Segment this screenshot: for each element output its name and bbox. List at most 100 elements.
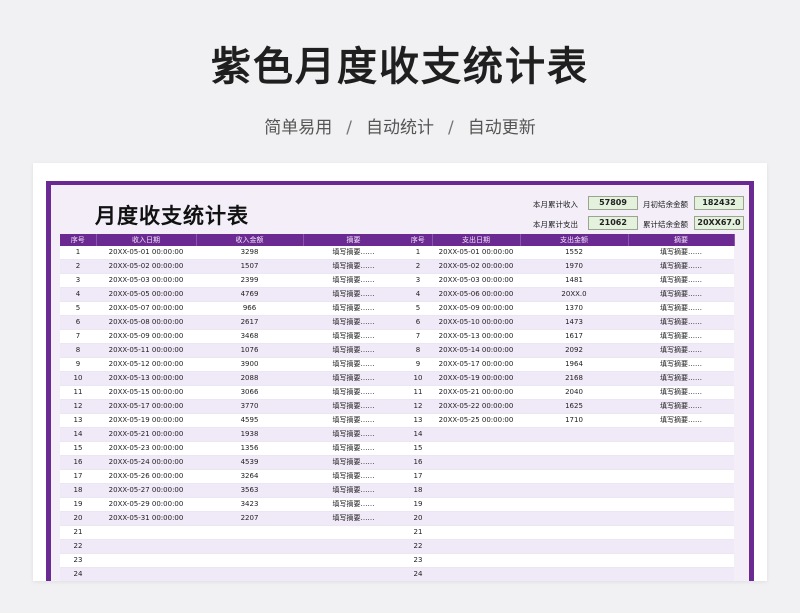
amount-cell[interactable] bbox=[196, 539, 303, 554]
date-cell[interactable]: 20XX-05-01 00:00:00 bbox=[432, 246, 520, 260]
amount-cell[interactable]: 1938 bbox=[196, 427, 303, 442]
amount-cell[interactable]: 1356 bbox=[196, 441, 303, 456]
summary-cell[interactable]: 填写摘要…… bbox=[303, 301, 404, 316]
row-index-cell[interactable]: 20 bbox=[60, 511, 96, 526]
summary-cell[interactable] bbox=[303, 539, 404, 554]
summary-cell[interactable] bbox=[628, 525, 734, 540]
summary-cell[interactable]: 填写摘要…… bbox=[628, 315, 734, 330]
date-cell[interactable] bbox=[432, 483, 520, 498]
row-index-cell[interactable]: 23 bbox=[404, 553, 432, 568]
row-index-cell[interactable]: 11 bbox=[60, 385, 96, 400]
row-index-cell[interactable]: 1 bbox=[60, 246, 96, 260]
summary-cell[interactable]: 填写摘要…… bbox=[303, 469, 404, 484]
row-index-cell[interactable]: 14 bbox=[60, 427, 96, 442]
summary-cell[interactable]: 填写摘要…… bbox=[628, 301, 734, 316]
amount-cell[interactable]: 3066 bbox=[196, 385, 303, 400]
date-cell[interactable]: 20XX-05-19 00:00:00 bbox=[432, 371, 520, 386]
summary-cell[interactable]: 填写摘要…… bbox=[628, 259, 734, 274]
summary-cell[interactable]: 填写摘要…… bbox=[628, 385, 734, 400]
summary-cell[interactable]: 填写摘要…… bbox=[303, 483, 404, 498]
summary-cell[interactable] bbox=[303, 553, 404, 568]
date-cell[interactable]: 20XX-05-02 00:00:00 bbox=[96, 259, 196, 274]
row-index-cell[interactable]: 24 bbox=[60, 567, 96, 581]
column-header[interactable]: 收入金额 bbox=[196, 234, 304, 246]
summary-cell[interactable]: 填写摘要…… bbox=[303, 246, 404, 260]
summary-cell[interactable]: 填写摘要…… bbox=[303, 497, 404, 512]
summary-cell[interactable] bbox=[628, 427, 734, 442]
date-cell[interactable]: 20XX-05-01 00:00:00 bbox=[96, 246, 196, 260]
amount-cell[interactable]: 1507 bbox=[196, 259, 303, 274]
amount-cell[interactable] bbox=[520, 511, 628, 526]
date-cell[interactable]: 20XX-05-07 00:00:00 bbox=[96, 301, 196, 316]
date-cell[interactable]: 20XX-05-29 00:00:00 bbox=[96, 497, 196, 512]
date-cell[interactable]: 20XX-05-08 00:00:00 bbox=[96, 315, 196, 330]
amount-cell[interactable] bbox=[196, 553, 303, 568]
summary-cell[interactable]: 填写摘要…… bbox=[628, 399, 734, 414]
summary-cell[interactable]: 填写摘要…… bbox=[303, 329, 404, 344]
row-index-cell[interactable]: 5 bbox=[60, 301, 96, 316]
row-index-cell[interactable]: 15 bbox=[404, 441, 432, 456]
date-cell[interactable] bbox=[432, 427, 520, 442]
date-cell[interactable]: 20XX-05-23 00:00:00 bbox=[96, 441, 196, 456]
row-index-cell[interactable]: 13 bbox=[60, 413, 96, 428]
row-index-cell[interactable]: 19 bbox=[404, 497, 432, 512]
summary-cell[interactable]: 填写摘要…… bbox=[303, 511, 404, 526]
closing-balance-value[interactable]: 20XX67.0 bbox=[694, 216, 744, 230]
date-cell[interactable] bbox=[96, 525, 196, 540]
amount-cell[interactable]: 4769 bbox=[196, 287, 303, 302]
summary-cell[interactable]: 填写摘要…… bbox=[303, 371, 404, 386]
row-index-cell[interactable]: 5 bbox=[404, 301, 432, 316]
column-header[interactable]: 支出日期 bbox=[432, 234, 521, 246]
amount-cell[interactable]: 1617 bbox=[520, 329, 628, 344]
amount-cell[interactable]: 1076 bbox=[196, 343, 303, 358]
row-index-cell[interactable]: 24 bbox=[404, 567, 432, 581]
date-cell[interactable]: 20XX-05-05 00:00:00 bbox=[96, 287, 196, 302]
summary-cell[interactable]: 填写摘要…… bbox=[303, 441, 404, 456]
date-cell[interactable]: 20XX-05-19 00:00:00 bbox=[96, 413, 196, 428]
row-index-cell[interactable]: 12 bbox=[404, 399, 432, 414]
row-index-cell[interactable]: 8 bbox=[404, 343, 432, 358]
date-cell[interactable]: 20XX-05-03 00:00:00 bbox=[96, 273, 196, 288]
date-cell[interactable]: 20XX-05-13 00:00:00 bbox=[432, 329, 520, 344]
amount-cell[interactable] bbox=[520, 441, 628, 456]
amount-cell[interactable]: 3264 bbox=[196, 469, 303, 484]
summary-cell[interactable]: 填写摘要…… bbox=[303, 343, 404, 358]
row-index-cell[interactable]: 14 bbox=[404, 427, 432, 442]
amount-cell[interactable]: 3298 bbox=[196, 246, 303, 260]
row-index-cell[interactable]: 1 bbox=[404, 246, 432, 260]
summary-cell[interactable] bbox=[628, 567, 734, 581]
date-cell[interactable]: 20XX-05-10 00:00:00 bbox=[432, 315, 520, 330]
column-header[interactable]: 序号 bbox=[404, 234, 433, 246]
summary-cell[interactable] bbox=[628, 497, 734, 512]
row-index-cell[interactable]: 22 bbox=[404, 539, 432, 554]
summary-cell[interactable] bbox=[303, 525, 404, 540]
amount-cell[interactable]: 3468 bbox=[196, 329, 303, 344]
date-cell[interactable]: 20XX-05-09 00:00:00 bbox=[96, 329, 196, 344]
summary-cell[interactable]: 填写摘要…… bbox=[303, 357, 404, 372]
column-header[interactable]: 序号 bbox=[60, 234, 97, 246]
amount-cell[interactable] bbox=[520, 483, 628, 498]
row-index-cell[interactable]: 21 bbox=[60, 525, 96, 540]
amount-cell[interactable] bbox=[520, 427, 628, 442]
row-index-cell[interactable]: 18 bbox=[60, 483, 96, 498]
row-index-cell[interactable]: 2 bbox=[60, 259, 96, 274]
row-index-cell[interactable]: 6 bbox=[404, 315, 432, 330]
date-cell[interactable]: 20XX-05-25 00:00:00 bbox=[432, 413, 520, 428]
summary-cell[interactable]: 填写摘要…… bbox=[303, 455, 404, 470]
amount-cell[interactable]: 3423 bbox=[196, 497, 303, 512]
date-cell[interactable]: 20XX-05-26 00:00:00 bbox=[96, 469, 196, 484]
row-index-cell[interactable]: 4 bbox=[404, 287, 432, 302]
summary-cell[interactable]: 填写摘要…… bbox=[303, 315, 404, 330]
summary-cell[interactable]: 填写摘要…… bbox=[303, 399, 404, 414]
amount-cell[interactable]: 2168 bbox=[520, 371, 628, 386]
date-cell[interactable]: 20XX-05-21 00:00:00 bbox=[96, 427, 196, 442]
date-cell[interactable] bbox=[432, 455, 520, 470]
row-index-cell[interactable]: 21 bbox=[404, 525, 432, 540]
amount-cell[interactable]: 1481 bbox=[520, 273, 628, 288]
row-index-cell[interactable]: 3 bbox=[404, 273, 432, 288]
date-cell[interactable] bbox=[432, 553, 520, 568]
row-index-cell[interactable]: 18 bbox=[404, 483, 432, 498]
date-cell[interactable] bbox=[432, 525, 520, 540]
amount-cell[interactable]: 4539 bbox=[196, 455, 303, 470]
summary-cell[interactable] bbox=[628, 511, 734, 526]
